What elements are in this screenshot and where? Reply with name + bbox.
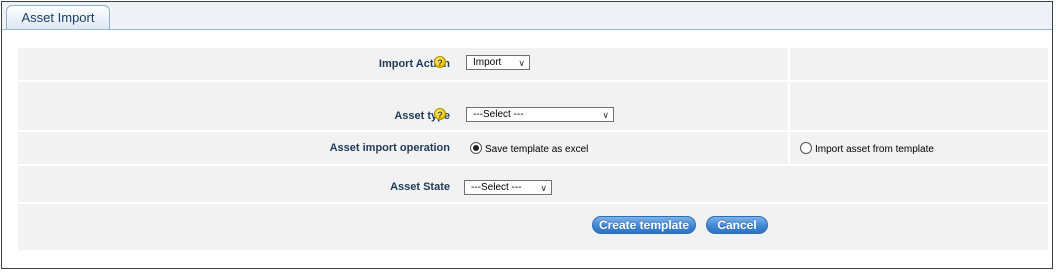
help-icon[interactable]: ? xyxy=(434,56,446,68)
chevron-down-icon: ∨ xyxy=(540,183,547,193)
asset-type-select[interactable]: ---Select --- ∨ xyxy=(466,107,614,122)
cancel-button[interactable]: Cancel xyxy=(706,216,768,234)
import-action-select[interactable]: Import ∨ xyxy=(466,55,530,70)
row-import-operation: Asset import operation Save template as … xyxy=(18,132,1048,166)
help-icon[interactable]: ? xyxy=(434,108,446,120)
row-asset-state: Asset State ---Select --- ∨ xyxy=(18,166,1048,204)
row-divider xyxy=(18,202,1048,204)
row-import-action: Import Action ? Import ∨ xyxy=(18,48,1048,82)
save-template-radio-label[interactable]: Save template as excel xyxy=(485,144,588,155)
asset-import-window: Asset Import Import Action ? Import ∨ As… xyxy=(1,1,1053,269)
asset-state-select[interactable]: ---Select --- ∨ xyxy=(464,180,552,195)
save-template-radio[interactable] xyxy=(470,142,482,154)
import-operation-label: Asset import operation xyxy=(329,142,450,154)
asset-state-label: Asset State xyxy=(390,181,450,193)
chevron-down-icon: ∨ xyxy=(602,110,609,120)
row-asset-type: Asset type ? ---Select --- ∨ xyxy=(18,82,1048,132)
column-divider xyxy=(788,48,790,82)
import-from-template-radio[interactable] xyxy=(800,142,812,154)
chevron-down-icon: ∨ xyxy=(518,58,525,68)
tab-bar: Asset Import xyxy=(2,2,1052,30)
import-action-value: Import xyxy=(473,57,502,68)
column-divider xyxy=(788,132,790,166)
content-panel: Import Action ? Import ∨ Asset type ? --… xyxy=(4,30,1050,266)
tab-asset-import[interactable]: Asset Import xyxy=(6,5,110,29)
import-from-template-radio-label[interactable]: Import asset from template xyxy=(815,144,934,155)
column-divider xyxy=(788,82,790,132)
asset-import-form: Import Action ? Import ∨ Asset type ? --… xyxy=(18,48,1048,250)
asset-state-value: ---Select --- xyxy=(471,182,522,193)
asset-type-value: ---Select --- xyxy=(473,109,524,120)
create-template-button[interactable]: Create template xyxy=(592,216,696,234)
